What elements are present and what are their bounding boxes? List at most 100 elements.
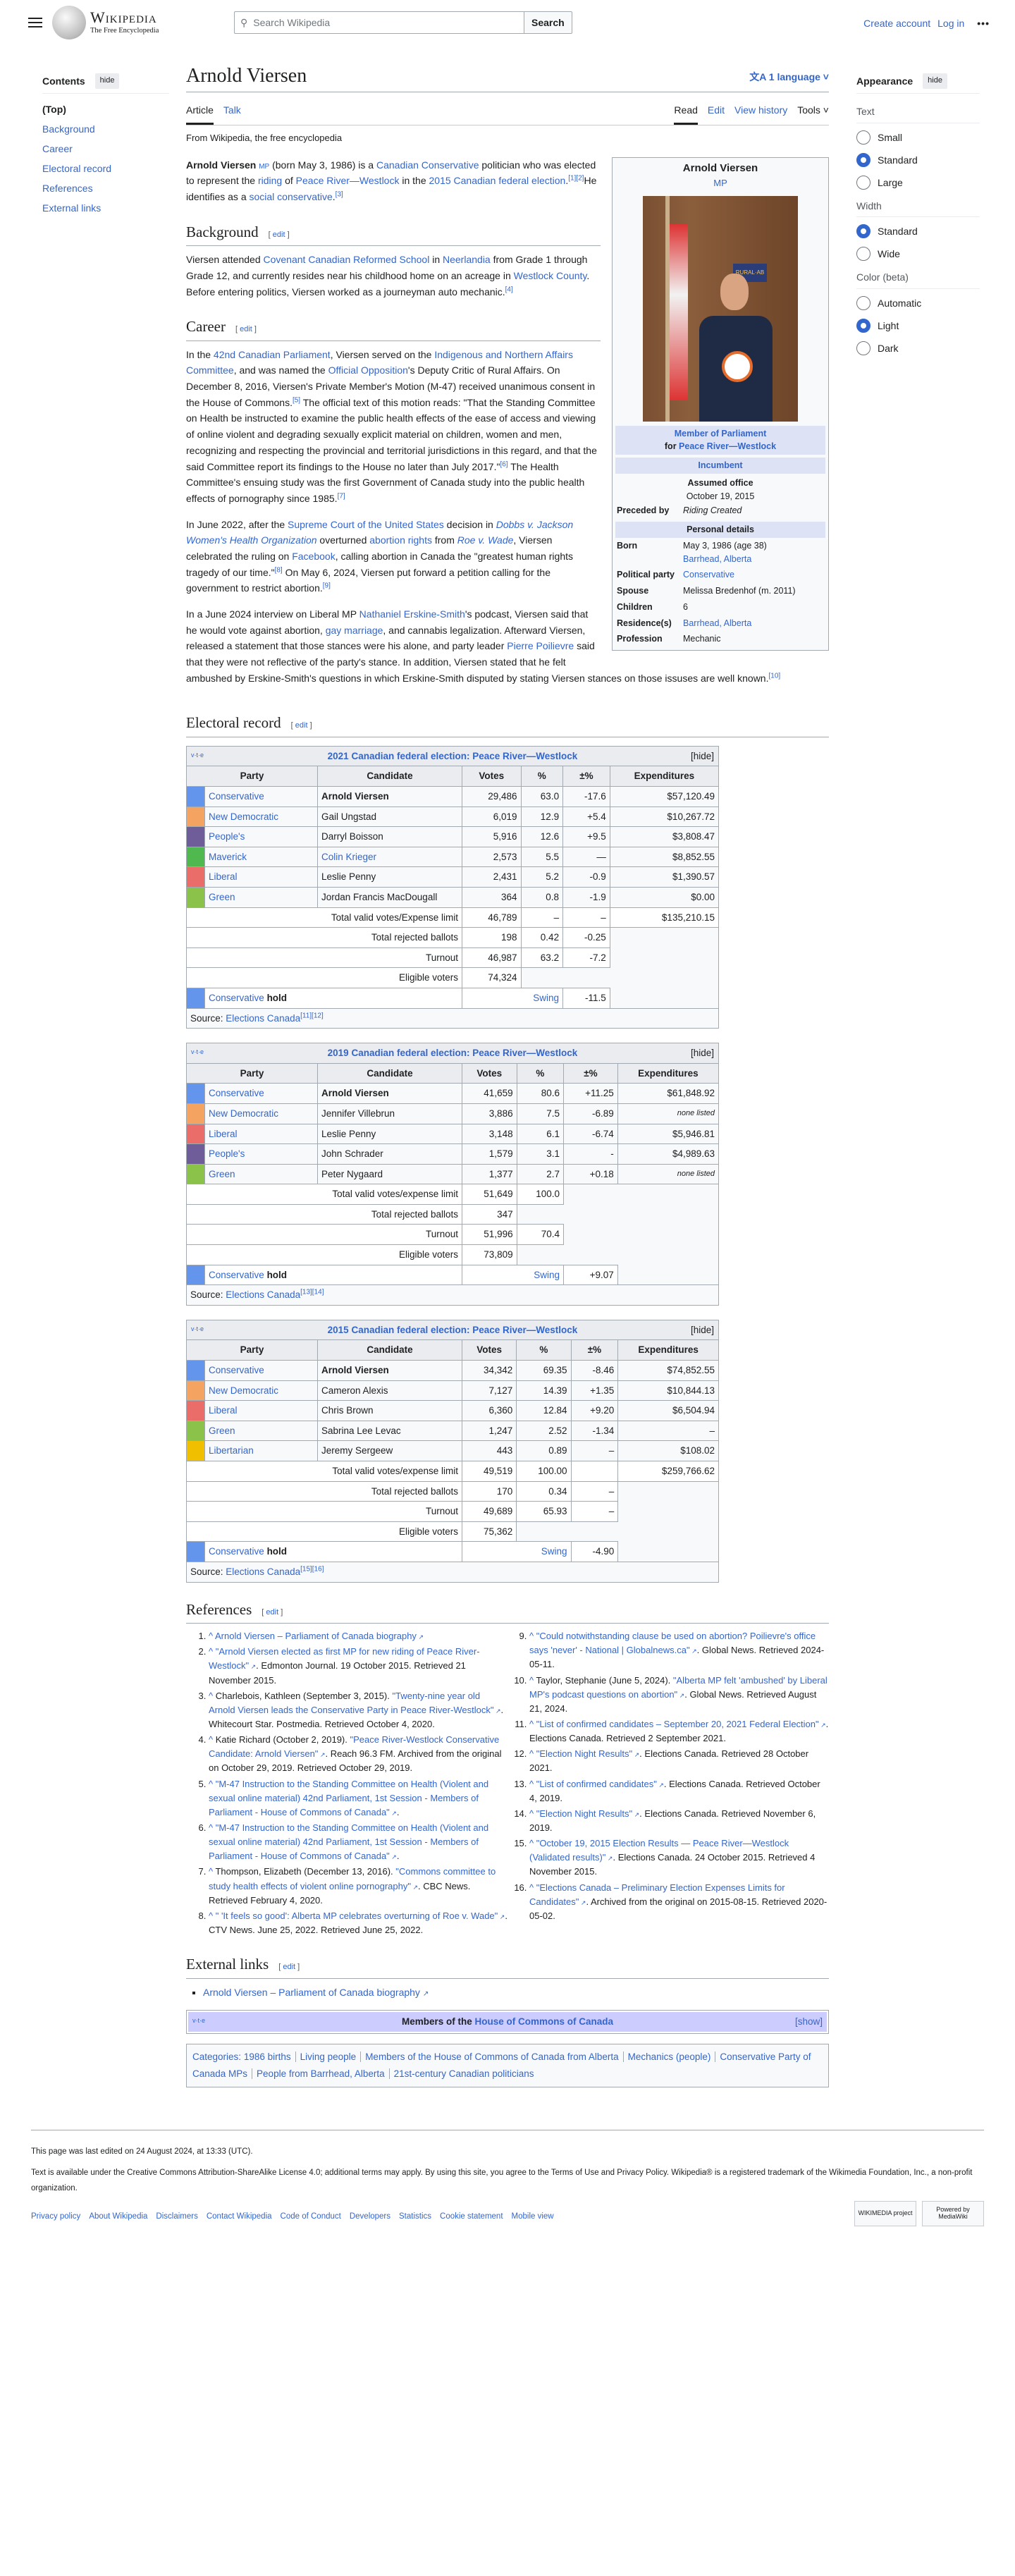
citation[interactable]: [13][14] (300, 1289, 324, 1296)
toc-hide-button[interactable]: hide (94, 73, 120, 89)
link-poilievre[interactable]: Pierre Poilievre (507, 640, 574, 651)
citation[interactable]: [10] (769, 672, 781, 680)
reference-link[interactable]: "M-47 Instruction to the Standing Commit… (209, 1822, 488, 1861)
tab-article[interactable]: Article (186, 102, 214, 125)
category-link[interactable]: Living people (300, 2051, 357, 2062)
backlink-caret[interactable]: ^ (529, 1882, 536, 1893)
party-link[interactable]: New Democratic (209, 1385, 278, 1396)
edit-link[interactable]: edit (266, 1608, 278, 1617)
color-dark-radio[interactable]: Dark (856, 337, 980, 360)
link-scotus[interactable]: Supreme Court of the United States (288, 519, 444, 530)
party-link[interactable]: Conservative (209, 1365, 264, 1375)
main-menu-icon[interactable] (28, 18, 42, 27)
backlink-caret[interactable]: ^ (209, 1910, 216, 1921)
hide-toggle[interactable]: [hide] (691, 1323, 714, 1338)
party-link[interactable]: Conservative (209, 1088, 264, 1098)
party-link[interactable]: New Democratic (209, 1108, 278, 1119)
link-abortion-rights[interactable]: abortion rights (369, 534, 432, 546)
width-standard-radio[interactable]: Standard (856, 220, 980, 243)
search-input[interactable]: ⚲ Search Wikipedia (234, 11, 524, 34)
text-standard-radio[interactable]: Standard (856, 149, 980, 171)
link-social-conservative[interactable]: social conservative (250, 191, 333, 202)
source-link[interactable]: Elections Canada (226, 1566, 300, 1577)
link-school[interactable]: Covenant Canadian Reformed School (264, 254, 430, 265)
toc-item-background[interactable]: Background (42, 119, 169, 139)
backlink-caret[interactable]: ^ (529, 1808, 536, 1819)
backlink-caret[interactable]: ^ (529, 1631, 536, 1641)
text-small-radio[interactable]: Small (856, 126, 980, 149)
residence-link[interactable]: Barrhead, Alberta (683, 617, 751, 630)
backlink-caret[interactable]: ^ (209, 1822, 216, 1833)
footer-link[interactable]: Contact Wikipedia (207, 2209, 272, 2225)
edit-section-link[interactable]: [ edit ] (235, 324, 257, 336)
reference-link[interactable]: " 'It feels so good': Alberta MP celebra… (216, 1910, 498, 1921)
link-neerlandia[interactable]: Neerlandia (443, 254, 491, 265)
backlink-caret[interactable]: ^ (209, 1646, 216, 1657)
backlink-caret[interactable]: ^ (209, 1691, 216, 1701)
party-link[interactable]: Liberal (209, 1405, 238, 1416)
incumbent-link[interactable]: Incumbent (698, 460, 742, 470)
party-link[interactable]: Green (209, 1169, 235, 1179)
category-link[interactable]: Mechanics (people) (628, 2051, 711, 2062)
citation[interactable]: [9] (323, 582, 331, 590)
reference-link[interactable]: "List of confirmed candidates" (536, 1779, 657, 1789)
backlink-caret[interactable]: ^ (209, 1779, 216, 1789)
backlink-caret[interactable]: ^ (529, 1719, 536, 1729)
party-link[interactable]: People's (209, 831, 245, 842)
edit-link[interactable]: edit (240, 325, 252, 333)
reference-link[interactable]: "M-47 Instruction to the Standing Commit… (209, 1779, 488, 1817)
party-link[interactable]: Conservative (209, 791, 264, 802)
categories-label-link[interactable]: Categories: (192, 2051, 241, 2062)
link-gay-marriage[interactable]: gay marriage (326, 625, 383, 636)
toc-item-electoral-record[interactable]: Electoral record (42, 159, 169, 178)
office-title-link[interactable]: Member of Parliament (675, 429, 767, 438)
navbox-show-toggle[interactable]: [show] (795, 2014, 823, 2030)
hold-party-link[interactable]: Conservative (209, 1546, 264, 1557)
edit-section-link[interactable]: [ edit ] (291, 720, 312, 732)
footer-link[interactable]: Disclaimers (156, 2209, 197, 2225)
link-42nd-parliament[interactable]: 42nd Canadian Parliament (214, 349, 331, 360)
portrait-photo[interactable]: RURAL·AB (643, 195, 798, 422)
reference-link[interactable]: "Election Night Results" (536, 1808, 632, 1819)
party-link[interactable]: Libertarian (209, 1445, 254, 1456)
category-link[interactable]: 21st-century Canadian politicians (394, 2068, 534, 2079)
footer-link[interactable]: Developers (350, 2209, 390, 2225)
citation[interactable]: [1][2] (568, 175, 584, 183)
category-link[interactable]: Members of the House of Commons of Canad… (365, 2051, 618, 2062)
link-facebook[interactable]: Facebook (292, 551, 335, 562)
house-of-commons-link[interactable]: House of Commons of Canada (475, 2016, 614, 2027)
vte-links[interactable]: v·t·e (192, 2016, 205, 2025)
create-account-link[interactable]: Create account (863, 16, 930, 31)
search-button[interactable]: Search (524, 11, 572, 34)
tab-edit[interactable]: Edit (708, 102, 725, 124)
link-riding[interactable]: riding (258, 175, 282, 186)
wikimedia-project-badge[interactable]: WIKIMEDIA project (854, 2201, 916, 2227)
tab-talk[interactable]: Talk (223, 102, 241, 124)
backlink-caret[interactable]: ^ (209, 1631, 215, 1641)
reference-link[interactable]: "Election Night Results" (536, 1748, 632, 1759)
backlink-caret[interactable]: ^ (529, 1748, 536, 1759)
party-link[interactable]: Maverick (209, 852, 247, 862)
vte-links[interactable]: v·t·e (191, 1324, 204, 1334)
hold-party-link[interactable]: Conservative (209, 1270, 264, 1280)
party-link[interactable]: Liberal (209, 871, 238, 882)
link-2015-election[interactable]: 2015 Canadian federal election (429, 175, 566, 186)
color-automatic-radio[interactable]: Automatic (856, 292, 980, 314)
party-link[interactable]: People's (209, 1148, 245, 1159)
edit-link[interactable]: edit (273, 231, 285, 239)
link-official-opposition[interactable]: Official Opposition (328, 364, 408, 376)
backlink-caret[interactable]: ^ (209, 1734, 216, 1745)
edit-link[interactable]: edit (295, 721, 308, 730)
swing-link[interactable]: Swing (534, 1270, 560, 1280)
edit-section-link[interactable]: [ edit ] (269, 229, 290, 242)
swing-link[interactable]: Swing (533, 993, 559, 1003)
birthplace-link[interactable]: Barrhead, Alberta (683, 554, 751, 564)
link-westlock-county[interactable]: Westlock County (514, 270, 587, 281)
party-link[interactable]: Conservative (683, 568, 734, 582)
election-title-link[interactable]: 2015 Canadian federal election: Peace Ri… (328, 1325, 578, 1335)
candidate-link[interactable]: Colin Krieger (321, 852, 376, 862)
riding-link[interactable]: Peace River—Westlock (679, 441, 776, 451)
link-erskine-smith[interactable]: Nathaniel Erskine-Smith (359, 608, 465, 620)
citation[interactable]: [15][16] (300, 1565, 324, 1573)
citation[interactable]: [6] (500, 460, 508, 468)
